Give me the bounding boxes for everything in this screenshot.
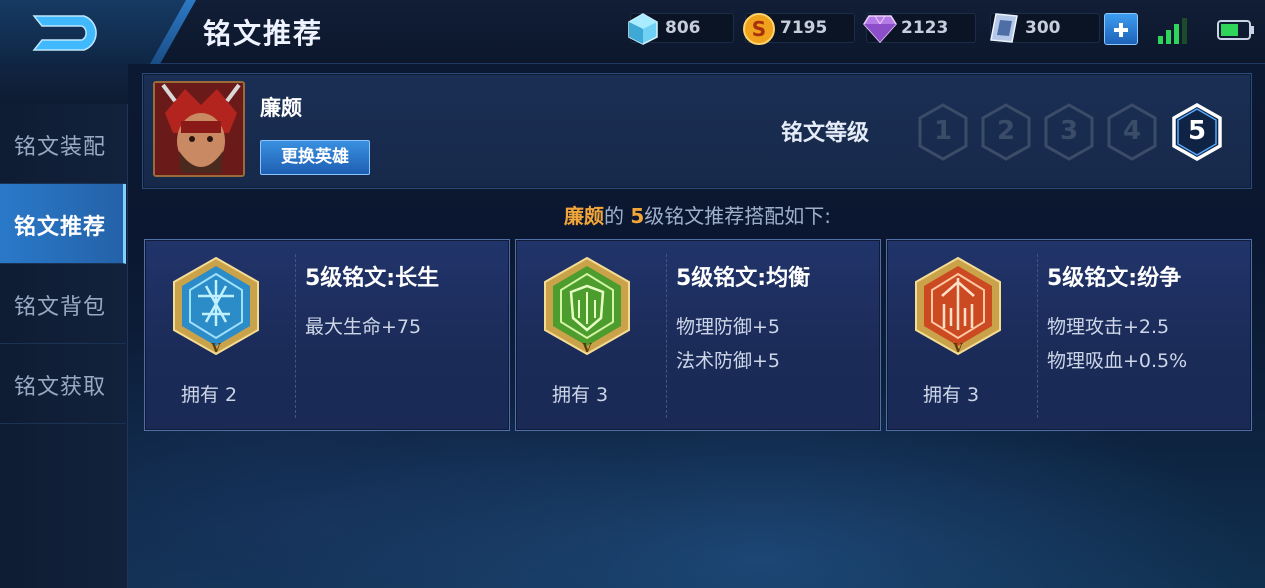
rune-title: 5级铭文:均衡 bbox=[676, 266, 811, 291]
level-number: 1 bbox=[933, 116, 953, 146]
rune-owned-count: 拥有 3 bbox=[923, 384, 980, 406]
rune-stat: 物理攻击+2.5 bbox=[1047, 316, 1170, 338]
crystal-count: 806 bbox=[665, 18, 701, 38]
rune-card-strife[interactable]: V 拥有 3 5级铭文:纷争 物理攻击+2.5 物理吸血+0.5% bbox=[886, 239, 1252, 431]
crystal-icon bbox=[628, 13, 658, 45]
level-number: 4 bbox=[1122, 116, 1142, 146]
voucher-count: 300 bbox=[1025, 18, 1061, 38]
rune-owned-count: 拥有 3 bbox=[552, 384, 609, 406]
level-label: 铭文等级 bbox=[781, 121, 870, 146]
recommend-caption: 廉颇的 5级铭文推荐搭配如下: bbox=[0, 200, 1265, 229]
svg-text:S: S bbox=[752, 17, 766, 41]
currency-voucher: 300 bbox=[990, 13, 1100, 43]
level-option-1[interactable]: 1 bbox=[917, 103, 969, 161]
level-number: 2 bbox=[996, 116, 1016, 146]
level-option-5[interactable]: 5 bbox=[1171, 102, 1223, 162]
hero-avatar-icon bbox=[155, 83, 243, 175]
battery-icon bbox=[1217, 20, 1254, 40]
sidebar-item-backpack[interactable]: 铭文背包 bbox=[0, 264, 126, 344]
recommend-mid-text: 的 bbox=[603, 204, 631, 228]
page-title: 铭文推荐 bbox=[203, 17, 324, 50]
level-option-2[interactable]: 2 bbox=[980, 103, 1032, 161]
level-number: 5 bbox=[1187, 116, 1207, 146]
rune-title: 5级铭文:长生 bbox=[305, 266, 440, 291]
sidebar-item-label: 铭文装配 bbox=[14, 135, 107, 160]
rune-card-balance[interactable]: V 拥有 3 5级铭文:均衡 物理防御+5 法术防御+5 bbox=[515, 239, 881, 431]
recommend-level: 5 bbox=[630, 204, 645, 228]
rune-card-longevity[interactable]: V 拥有 2 5级铭文:长生 最大生命+75 bbox=[144, 239, 510, 431]
rune-balance-icon: V bbox=[544, 256, 630, 356]
svg-text:V: V bbox=[952, 341, 963, 355]
sidebar-item-equip[interactable]: 铭文装配 bbox=[0, 104, 126, 184]
currency-gold: S 7195 bbox=[743, 13, 855, 45]
recharge-plus-button[interactable] bbox=[1104, 13, 1138, 45]
rune-stat: 最大生命+75 bbox=[305, 316, 422, 338]
currency-diamond: 2123 bbox=[863, 13, 976, 44]
rune-longevity-icon: V bbox=[173, 256, 259, 356]
sidebar-item-obtain[interactable]: 铭文获取 bbox=[0, 344, 126, 424]
card-divider bbox=[295, 254, 296, 418]
gold-count: 7195 bbox=[780, 18, 828, 38]
level-option-3[interactable]: 3 bbox=[1043, 103, 1095, 161]
rune-title: 5级铭文:纷争 bbox=[1047, 266, 1182, 291]
sidebar: 铭文装配 铭文推荐 铭文背包 铭文获取 bbox=[0, 64, 128, 588]
card-divider bbox=[666, 254, 667, 418]
top-bar: 铭文推荐 806 S 7195 2123 300 bbox=[0, 0, 1265, 64]
currency-crystal: 806 bbox=[628, 13, 734, 45]
rune-stat: 法术防御+5 bbox=[676, 350, 781, 372]
level-number: 3 bbox=[1059, 116, 1079, 146]
signal-icon bbox=[1158, 18, 1187, 44]
sidebar-item-label: 铭文背包 bbox=[14, 295, 107, 320]
recommend-tail-text: 级铭文推荐搭配如下: bbox=[644, 204, 832, 228]
card-divider bbox=[1037, 254, 1038, 418]
diamond-count: 2123 bbox=[901, 18, 949, 38]
rune-strife-icon: V bbox=[915, 256, 1001, 356]
diamond-icon bbox=[863, 15, 897, 44]
rune-stat: 物理防御+5 bbox=[676, 316, 781, 338]
sidebar-item-label: 铭文获取 bbox=[14, 375, 107, 400]
svg-text:V: V bbox=[581, 341, 592, 355]
back-arrow-icon bbox=[32, 15, 97, 51]
voucher-icon bbox=[990, 13, 1018, 43]
level-option-4[interactable]: 4 bbox=[1106, 103, 1158, 161]
gold-coin-icon: S bbox=[743, 13, 775, 45]
change-hero-button[interactable]: 更换英雄 bbox=[260, 140, 370, 175]
hero-panel: 廉颇 更换英雄 铭文等级 1 2 3 4 5 bbox=[142, 73, 1252, 189]
rune-stat: 物理吸血+0.5% bbox=[1047, 350, 1188, 372]
rune-owned-count: 拥有 2 bbox=[181, 384, 238, 406]
hero-portrait[interactable] bbox=[153, 81, 245, 177]
sidebar-decoration bbox=[0, 64, 128, 104]
hero-name: 廉颇 bbox=[260, 96, 302, 120]
recommend-hero-name: 廉颇 bbox=[563, 204, 604, 228]
svg-text:V: V bbox=[210, 341, 221, 355]
